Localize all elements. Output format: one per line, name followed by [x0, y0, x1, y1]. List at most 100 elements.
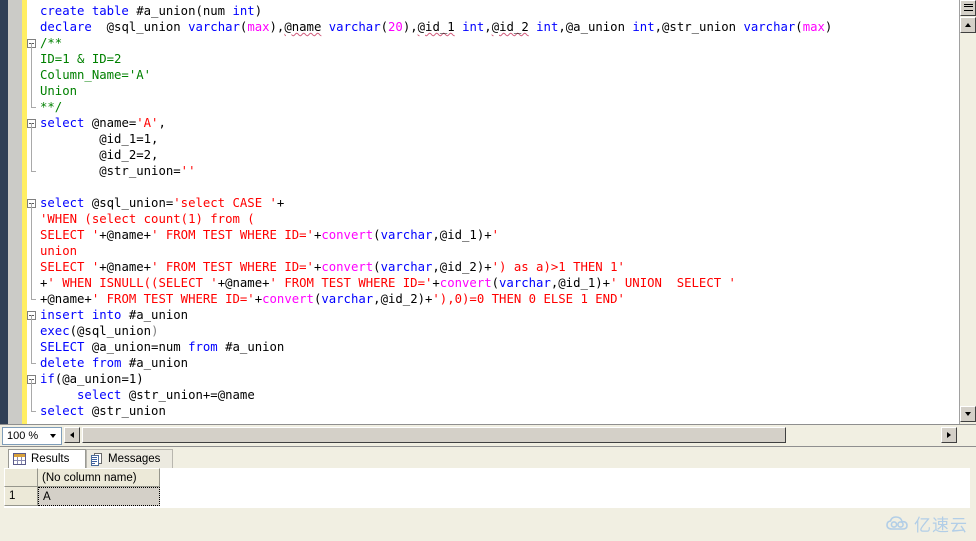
- code-line[interactable]: insert into #a_union: [27, 307, 947, 323]
- code-line-text: declare @sql_union varchar(max),@name va…: [40, 20, 833, 34]
- grid-cell-0-0[interactable]: A: [38, 487, 160, 506]
- results-panel: Results Messages (No column name) 1 A 亿速…: [0, 446, 976, 541]
- fold-guide-line: [31, 275, 32, 291]
- code-lines-container[interactable]: create table #a_union(num int) declare @s…: [27, 3, 947, 421]
- code-line-text: if(@a_union=1): [40, 372, 144, 386]
- code-line-text: SELECT '+@name+' FROM TEST WHERE ID='+co…: [40, 228, 500, 242]
- scroll-right-arrow-icon[interactable]: [941, 427, 957, 443]
- zoom-level-dropdown[interactable]: 100 %: [2, 427, 62, 445]
- code-line[interactable]: select @sql_union='select CASE '+: [27, 195, 947, 211]
- code-line[interactable]: exec(@sql_union): [27, 323, 947, 339]
- sql-editor-pane[interactable]: create table #a_union(num int) declare @s…: [0, 0, 976, 424]
- code-line[interactable]: Union: [27, 83, 947, 99]
- fold-guide-end: [31, 363, 36, 364]
- fold-guide-line: [31, 123, 32, 131]
- code-line[interactable]: +@name+' FROM TEST WHERE ID='+convert(va…: [27, 291, 947, 307]
- code-line-text: +@name+' FROM TEST WHERE ID='+convert(va…: [40, 292, 625, 306]
- code-line[interactable]: ID=1 & ID=2: [27, 51, 947, 67]
- scroll-up-arrow-icon[interactable]: [960, 17, 976, 33]
- fold-guide-line: [31, 43, 32, 51]
- code-line[interactable]: @id_1=1,: [27, 131, 947, 147]
- editor-vertical-scrollbar[interactable]: [959, 0, 976, 424]
- tab-results-label: Results: [31, 453, 70, 465]
- code-line-text: /**: [40, 36, 63, 50]
- fold-guide-line: [31, 387, 32, 403]
- row-number-cell[interactable]: 1: [4, 487, 38, 506]
- fold-guide-line: [31, 67, 32, 83]
- editor-indicator-margin[interactable]: [8, 0, 22, 424]
- grid-select-all-corner[interactable]: [4, 468, 38, 487]
- editor-status-bar: 100 %: [0, 424, 976, 446]
- code-line[interactable]: [27, 179, 947, 195]
- code-line-text: union: [40, 244, 78, 258]
- scroll-down-arrow-icon[interactable]: [960, 406, 976, 422]
- code-line-text: Union: [40, 84, 78, 98]
- watermark-text: 亿速云: [914, 516, 968, 536]
- scroll-left-arrow-icon[interactable]: [64, 427, 80, 443]
- code-line[interactable]: select @str_union+=@name: [27, 387, 947, 403]
- fold-guide-line: [31, 379, 32, 387]
- fold-guide-line: [31, 259, 32, 275]
- code-line[interactable]: union: [27, 243, 947, 259]
- fold-guide-line: [31, 243, 32, 259]
- code-line-text: @id_1=1,: [40, 132, 159, 146]
- chevron-down-icon: [50, 434, 56, 438]
- code-line[interactable]: select @str_union: [27, 403, 947, 419]
- code-line[interactable]: declare @sql_union varchar(max),@name va…: [27, 19, 947, 35]
- code-line[interactable]: @id_2=2,: [27, 147, 947, 163]
- code-line[interactable]: if(@a_union=1): [27, 371, 947, 387]
- code-line[interactable]: select @name='A',: [27, 115, 947, 131]
- results-tab-strip[interactable]: Results Messages: [0, 449, 976, 469]
- grid-icon: [13, 453, 26, 465]
- table-row[interactable]: 1 A: [4, 487, 970, 506]
- fold-guide-line: [31, 83, 32, 99]
- code-line[interactable]: SELECT @a_union=num from #a_union: [27, 339, 947, 355]
- site-watermark: 亿速云: [886, 511, 968, 536]
- code-line-text: SELECT '+@name+' FROM TEST WHERE ID='+co…: [40, 260, 625, 274]
- results-grid-header-row: (No column name): [4, 468, 970, 487]
- fold-guide-line: [31, 323, 32, 339]
- code-line-text: select @name='A',: [40, 116, 166, 130]
- ssms-query-editor-window: create table #a_union(num int) declare @s…: [0, 0, 976, 541]
- fold-guide-end: [31, 299, 36, 300]
- code-line-text: select @str_union+=@name: [77, 388, 255, 402]
- code-line-text: @id_2=2,: [40, 148, 159, 162]
- tab-messages-label: Messages: [108, 453, 161, 465]
- fold-guide-line: [31, 147, 32, 163]
- code-line[interactable]: +' WHEN ISNULL((SELECT '+@name+' FROM TE…: [27, 275, 947, 291]
- fold-guide-line: [31, 51, 32, 67]
- code-line[interactable]: SELECT '+@name+' FROM TEST WHERE ID='+co…: [27, 259, 947, 275]
- code-line-text: select @sql_union='select CASE '+: [40, 196, 285, 210]
- code-line[interactable]: SELECT '+@name+' FROM TEST WHERE ID='+co…: [27, 227, 947, 243]
- code-line[interactable]: create table #a_union(num int): [27, 3, 947, 19]
- code-line[interactable]: **/: [27, 99, 947, 115]
- results-grid[interactable]: (No column name) 1 A: [4, 468, 970, 508]
- fold-guide-line: [31, 227, 32, 243]
- code-line-text: @str_union='': [40, 164, 196, 178]
- horizontal-scroll-thumb[interactable]: [82, 427, 786, 443]
- tab-results[interactable]: Results: [8, 449, 86, 468]
- code-line[interactable]: delete from #a_union: [27, 355, 947, 371]
- split-pane-icon[interactable]: [960, 0, 976, 16]
- code-line[interactable]: Column_Name='A': [27, 67, 947, 83]
- zoom-level-value: 100 %: [7, 430, 39, 442]
- tab-messages[interactable]: Messages: [86, 449, 173, 468]
- code-line-text: select @str_union: [40, 404, 166, 418]
- fold-guide-end: [31, 411, 36, 412]
- code-line[interactable]: /**: [27, 35, 947, 51]
- fold-guide-line: [31, 315, 32, 323]
- editor-horizontal-scrollbar[interactable]: [64, 426, 959, 445]
- cloud-logo-icon: [886, 516, 908, 530]
- column-header-0[interactable]: (No column name): [38, 468, 160, 487]
- code-line-text: create table #a_union(num int): [40, 4, 263, 18]
- code-line[interactable]: 'WHEN (select count(1) from (: [27, 211, 947, 227]
- code-line-text: 'WHEN (select count(1) from (: [40, 212, 255, 226]
- fold-guide-line: [31, 203, 32, 211]
- fold-guide-end: [31, 171, 36, 172]
- code-line[interactable]: @str_union='': [27, 163, 947, 179]
- messages-icon: [91, 452, 103, 466]
- code-line-text: insert into #a_union: [40, 308, 189, 322]
- editor-selection-margin: [0, 0, 8, 424]
- code-line-text: exec(@sql_union): [40, 324, 159, 338]
- code-line-text: Column_Name='A': [40, 68, 152, 82]
